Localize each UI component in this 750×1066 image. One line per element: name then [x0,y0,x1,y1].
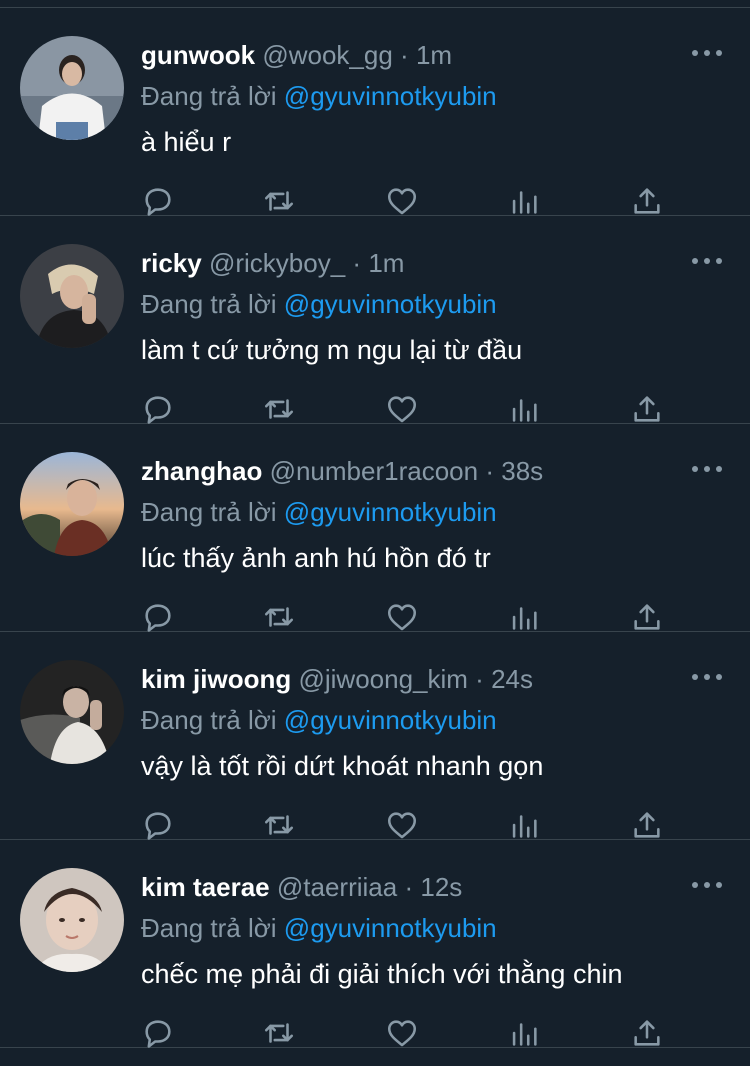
mention-link[interactable]: @gyuvinnotkyubin [284,497,497,527]
replying-to: Đang trả lời @gyuvinnotkyubin [141,911,497,945]
replying-to: Đang trả lời @gyuvinnotkyubin [141,79,497,113]
avatar[interactable] [20,244,124,348]
reply-icon[interactable] [141,600,175,634]
tweet-header: zhanghao @number1racoon · 38s [141,454,543,488]
mention-link[interactable]: @gyuvinnotkyubin [284,81,497,111]
reply-tweet[interactable]: gunwook @wook_gg · 1m Đang trả lời @gyuv… [0,8,750,216]
timestamp[interactable]: 38s [501,456,543,486]
more-icon[interactable] [692,254,722,268]
tweet-text: lúc thấy ảnh anh hú hồn đó tr [141,543,491,573]
heart-icon[interactable] [385,184,419,218]
avatar[interactable] [20,452,124,556]
username[interactable]: @jiwoong_kim [298,664,467,694]
more-icon[interactable] [692,878,722,892]
reply-tweet[interactable]: ricky @rickyboy_ · 1m Đang trả lời @gyuv… [0,216,750,424]
tweet-text: vậy là tốt rồi dứt khoát nhanh gọn [141,751,544,781]
tweet-header: kim jiwoong @jiwoong_kim · 24s [141,662,533,696]
reply-tweet[interactable]: kim taerae @taerriiaa · 12s Đang trả lời… [0,840,750,1048]
reply-icon[interactable] [141,808,175,842]
share-icon[interactable] [630,600,664,634]
tweet-text: làm t cứ tưởng m ngu lại từ đầu [141,335,523,365]
reply-icon[interactable] [141,392,175,426]
replying-to-label: Đang trả lời [141,705,277,735]
avatar[interactable] [20,660,124,764]
share-icon[interactable] [630,1016,664,1050]
display-name[interactable]: zhanghao [141,456,262,486]
reply-tweet[interactable]: kim jiwoong @jiwoong_kim · 24s Đang trả … [0,632,750,840]
avatar[interactable] [20,36,124,140]
retweet-icon[interactable] [262,808,296,842]
more-icon[interactable] [692,462,722,476]
display-name[interactable]: gunwook [141,40,255,70]
replying-to: Đang trả lời @gyuvinnotkyubin [141,287,497,321]
separator: · [352,248,362,278]
reply-tweet[interactable]: zhanghao @number1racoon · 38s Đang trả l… [0,424,750,632]
share-icon[interactable] [630,184,664,218]
stats-icon[interactable] [507,1016,541,1050]
replying-to: Đang trả lời @gyuvinnotkyubin [141,703,497,737]
retweet-icon[interactable] [262,1016,296,1050]
heart-icon[interactable] [385,1016,419,1050]
separator: · [475,664,484,694]
username[interactable]: @rickyboy_ [209,248,345,278]
avatar[interactable] [20,868,124,972]
top-divider [0,0,750,8]
separator: · [404,872,414,902]
username[interactable]: @number1racoon [270,456,479,486]
replying-to-label: Đang trả lời [141,497,277,527]
username[interactable]: @taerriiaa [277,872,397,902]
heart-icon[interactable] [385,808,419,842]
timestamp[interactable]: 12s [420,872,462,902]
display-name[interactable]: ricky [141,248,202,278]
stats-icon[interactable] [507,184,541,218]
tweet-text: à hiểu r [141,127,232,157]
more-icon[interactable] [692,670,722,684]
mention-link[interactable]: @gyuvinnotkyubin [284,289,497,319]
retweet-icon[interactable] [262,392,296,426]
separator: · [400,40,409,70]
timestamp[interactable]: 24s [491,664,533,694]
stats-icon[interactable] [507,392,541,426]
separator: · [485,456,494,486]
replying-to-label: Đang trả lời [141,289,277,319]
mention-link[interactable]: @gyuvinnotkyubin [284,913,497,943]
more-icon[interactable] [692,46,722,60]
share-icon[interactable] [630,392,664,426]
tweet-header: kim taerae @taerriiaa · 12s [141,870,462,904]
timestamp[interactable]: 1m [416,40,452,70]
display-name[interactable]: kim taerae [141,872,270,902]
tweet-header: ricky @rickyboy_ · 1m [141,246,404,280]
mention-link[interactable]: @gyuvinnotkyubin [284,705,497,735]
stats-icon[interactable] [507,808,541,842]
timestamp[interactable]: 1m [368,248,404,278]
stats-icon[interactable] [507,600,541,634]
replying-to-label: Đang trả lời [141,913,277,943]
tweet-text: chếc mẹ phải đi giải thích với thằng chi… [141,959,623,989]
replying-to: Đang trả lời @gyuvinnotkyubin [141,495,497,529]
retweet-icon[interactable] [262,184,296,218]
retweet-icon[interactable] [262,600,296,634]
share-icon[interactable] [630,808,664,842]
username[interactable]: @wook_gg [262,40,392,70]
tweet-header: gunwook @wook_gg · 1m [141,38,452,72]
display-name[interactable]: kim jiwoong [141,664,291,694]
reply-icon[interactable] [141,1016,175,1050]
reply-icon[interactable] [141,184,175,218]
replying-to-label: Đang trả lời [141,81,277,111]
heart-icon[interactable] [385,600,419,634]
heart-icon[interactable] [385,392,419,426]
